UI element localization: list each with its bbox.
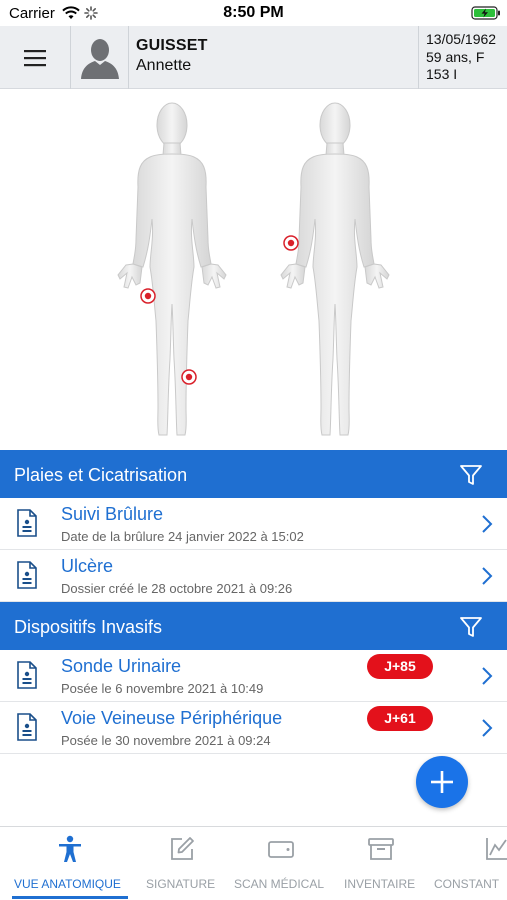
filter-icon[interactable] (459, 463, 483, 487)
section-title: Dispositifs Invasifs (14, 617, 163, 637)
tab-active-indicator (12, 896, 128, 899)
section-header-plaies: Plaies et Cicatrisation (0, 450, 507, 498)
tab-inventaire[interactable]: INVENTAIRE (338, 827, 424, 900)
marker-front-thigh[interactable] (140, 288, 156, 304)
list-item-title: Sonde Urinaire (61, 656, 182, 676)
document-icon (17, 561, 37, 589)
list-item-subtitle: Posée le 30 novembre 2021 à 09:24 (61, 733, 271, 748)
chart-icon (486, 838, 507, 860)
tab-constantes[interactable]: CONSTANT (428, 827, 507, 900)
chevron-right-icon (482, 515, 493, 533)
patient-age-sex: 59 ans, F (426, 48, 485, 65)
tab-scan-medical[interactable]: SCAN MÉDICAL (226, 827, 336, 900)
tab-label: SIGNATURE (146, 877, 216, 891)
list-item-title: Voie Veineuse Périphérique (61, 708, 283, 728)
plus-icon (431, 771, 453, 793)
patient-birth-date: 13/05/1962 (426, 31, 497, 47)
list-item-subtitle: Dossier créé le 28 octobre 2021 à 09:26 (61, 581, 293, 596)
patient-header: GUISSET Annette 13/05/1962 59 ans, F 153… (0, 26, 507, 89)
pencil-square-icon (171, 837, 194, 860)
tab-label: SCAN MÉDICAL (234, 877, 325, 891)
patient-name: GUISSET Annette (136, 37, 208, 75)
status-time: 8:50 PM (223, 4, 284, 21)
list-item-ulcere[interactable]: Ulcère Dossier créé le 28 octobre 2021 à… (0, 550, 507, 602)
tab-label: INVENTAIRE (344, 877, 416, 891)
body-back-figure[interactable] (280, 102, 390, 436)
document-icon (17, 713, 37, 741)
list-item-title: Ulcère (61, 556, 114, 576)
document-icon (17, 509, 37, 537)
add-button[interactable] (416, 756, 468, 808)
document-icon (17, 661, 37, 689)
bottom-tab-bar: VUE ANATOMIQUE SIGNATURE SCAN MÉDICAL IN… (0, 826, 507, 900)
patient-first-name: Annette (136, 57, 192, 74)
tab-vue-anatomique[interactable]: VUE ANATOMIQUE (0, 827, 140, 900)
battery-charging-icon (471, 6, 500, 20)
status-bar: Carrier 8:50 PM (0, 0, 507, 26)
section-title: Plaies et Cicatrisation (14, 465, 188, 485)
list-item-suivi-brulure[interactable]: Suivi Brûlure Date de la brûlure 24 janv… (0, 498, 507, 550)
tab-label: CONSTANT (434, 877, 500, 891)
hamburger-icon (24, 49, 46, 66)
marker-back-wrist[interactable] (283, 235, 299, 251)
patient-room: 153 I (426, 66, 458, 82)
list-item-subtitle: Posée le 6 novembre 2021 à 10:49 (61, 681, 264, 696)
card-scan-icon (268, 841, 294, 858)
chevron-right-icon (482, 667, 493, 685)
person-icon (59, 835, 81, 862)
marker-front-knee[interactable] (181, 369, 197, 385)
chevron-right-icon (482, 719, 493, 737)
patient-last-name: GUISSET (136, 37, 208, 54)
menu-button[interactable] (0, 26, 71, 89)
tab-label: VUE ANATOMIQUE (14, 877, 121, 891)
user-silhouette-icon (81, 38, 119, 79)
tab-signature[interactable]: SIGNATURE (140, 827, 224, 900)
patient-avatar[interactable] (72, 26, 129, 89)
list-item-title: Suivi Brûlure (61, 504, 164, 524)
days-badge: J+61 (367, 706, 433, 731)
list-item-subtitle: Date de la brûlure 24 janvier 2022 à 15:… (61, 529, 304, 544)
archive-box-icon (368, 838, 394, 860)
filter-icon[interactable] (459, 615, 483, 639)
chevron-right-icon (482, 567, 493, 585)
body-front-figure[interactable] (117, 102, 227, 436)
anatomical-body-map[interactable] (0, 89, 507, 450)
days-badge: J+85 (367, 654, 433, 679)
list-item-voie-veineuse[interactable]: Voie Veineuse Périphérique Posée le 30 n… (0, 702, 507, 754)
patient-info: 13/05/1962 59 ans, F 153 I (418, 26, 507, 89)
list-item-sonde-urinaire[interactable]: Sonde Urinaire Posée le 6 novembre 2021 … (0, 650, 507, 702)
section-header-dispositifs: Dispositifs Invasifs (0, 602, 507, 650)
